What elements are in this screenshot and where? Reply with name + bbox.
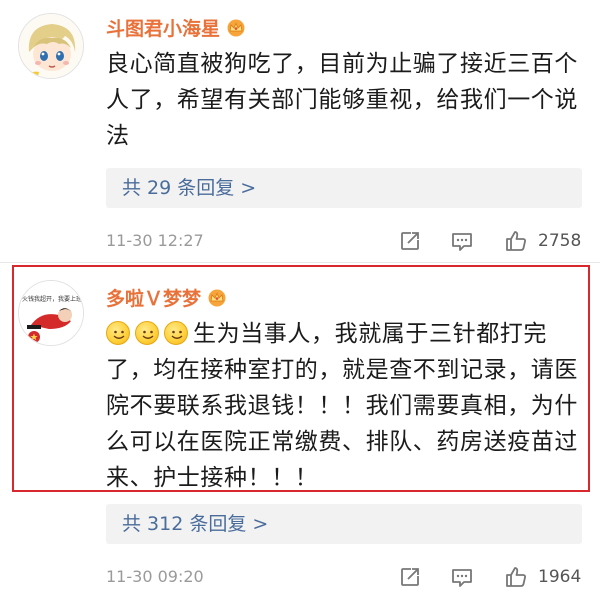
thumbs-up-icon[interactable] [504, 229, 528, 253]
comment-text: 生为当事人，我就属于三针都打完了，均在接种室打的，就是查不到记录，请医院不要联系… [106, 316, 586, 496]
timestamp: 11-30 12:27 [106, 231, 204, 250]
avatar[interactable] [18, 13, 84, 79]
comment-text: 良心简直被狗吃了，目前为止骗了接近三百个人了，希望有关部门能够重视，给我们一个说… [106, 51, 578, 149]
username[interactable]: 多啦Ｖ梦梦 [106, 284, 227, 311]
smile-emoji [106, 321, 130, 345]
comment-body: 生为当事人，我就属于三针都打完了，均在接种室打的，就是查不到记录，请医院不要联系… [106, 321, 578, 491]
replies-link[interactable]: 共 312 条回复 > [106, 504, 582, 544]
smile-emoji [135, 321, 159, 345]
replies-link[interactable]: 共 29 条回复 > [106, 168, 582, 208]
comment-icon[interactable] [450, 229, 474, 253]
like-count: 2758 [538, 231, 582, 251]
avatar[interactable]: 火钱我超开，我要上班 [18, 280, 84, 346]
share-icon[interactable] [398, 229, 422, 253]
comment-meta: 11-30 12:27 2758 [106, 226, 586, 256]
timestamp: 11-30 09:20 [106, 567, 204, 586]
comment-item: 火钱我超开，我要上班 多啦Ｖ梦梦 生为当事人，我就属于三针都打完了，均在接种室打… [0, 262, 600, 604]
crown-icon [208, 289, 226, 306]
comment-icon[interactable] [450, 565, 474, 589]
avatar-caption: 火钱我超开，我要上班 [22, 295, 82, 303]
comment-meta: 11-30 09:20 1964 [106, 562, 586, 592]
avatar-cartoon-girl [19, 14, 83, 78]
username[interactable]: 斗图君小海星 [106, 14, 246, 41]
like-count: 1964 [538, 567, 582, 587]
crown-icon [227, 19, 245, 36]
username-label[interactable]: 斗图君小海星 [106, 14, 220, 41]
smile-emoji [164, 321, 188, 345]
username-label[interactable]: 多啦Ｖ梦梦 [106, 284, 201, 311]
thumbs-up-icon[interactable] [504, 565, 528, 589]
avatar-illustration: 火钱我超开，我要上班 [19, 281, 83, 345]
share-icon[interactable] [398, 565, 422, 589]
comment-item: 斗图君小海星 良心简直被狗吃了，目前为止骗了接近三百个人了，希望有关部门能够重视… [0, 0, 600, 262]
